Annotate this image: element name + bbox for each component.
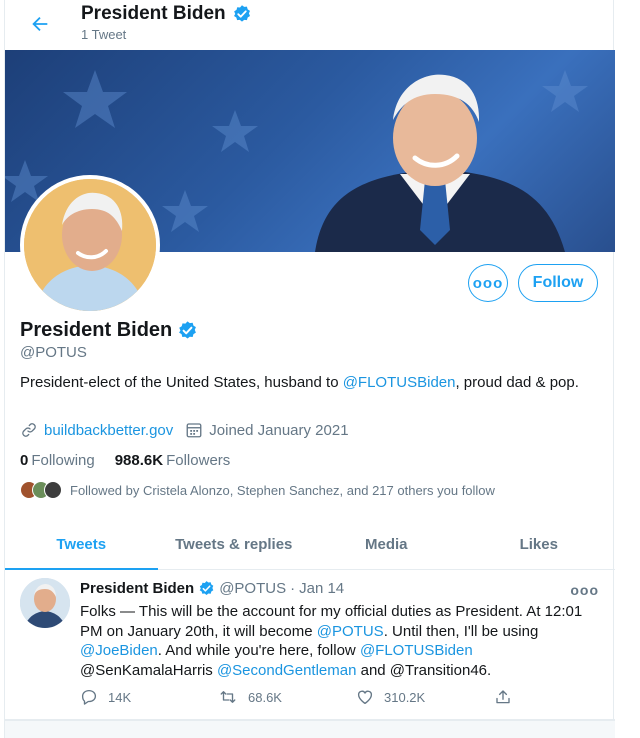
tweet-mention-potus[interactable]: @POTUS [317, 623, 384, 640]
link-icon [22, 423, 36, 437]
profile-avatar[interactable] [20, 175, 160, 315]
website-link[interactable]: buildbackbetter.gov [44, 422, 173, 439]
calendar-icon [186, 423, 202, 438]
tweet-text: Folks — This will be the account for my … [80, 602, 600, 680]
tweet-mention-secondgentleman[interactable]: @SecondGentleman [217, 662, 356, 679]
tweet-more-button[interactable]: ooo [570, 582, 599, 598]
profile-name: President Biden [20, 319, 173, 341]
verified-badge-icon [199, 581, 214, 595]
tweet-header: President Biden @POTUS · Jan 14 [80, 580, 344, 597]
profile-page: President Biden 1 Tweet ooo Follow Presi… [4, 0, 615, 738]
following-count: 0 [20, 452, 29, 469]
website-item: buildbackbetter.gov [20, 421, 173, 439]
tweet-mention-joebiden[interactable]: @JoeBiden [80, 642, 158, 659]
tweet-author-handle: @POTUS [219, 580, 287, 597]
followed-by-text: Followed by Cristela Alonzo, Stephen San… [70, 482, 495, 498]
heart-icon [357, 690, 373, 705]
retweet-icon [220, 691, 236, 703]
retweet-button[interactable]: 68.6K [218, 688, 356, 706]
followers-count: 988.6K [114, 452, 164, 469]
tweet-mention-flotusbiden[interactable]: @FLOTUSBiden [360, 642, 473, 659]
share-button[interactable] [494, 688, 512, 706]
profile-handle: @POTUS [20, 344, 87, 361]
tab-media[interactable]: Media [310, 520, 463, 569]
followers-stat[interactable]: 988.6K Followers [115, 452, 231, 469]
share-icon [496, 690, 510, 704]
tweet-item[interactable]: President Biden @POTUS · Jan 14 ooo Folk… [5, 570, 615, 720]
profile-tabs: Tweets Tweets & replies Media Likes [5, 520, 615, 570]
follow-button[interactable]: Follow [518, 264, 598, 302]
header-name: President Biden [81, 3, 226, 24]
tweet-separator: · [290, 580, 296, 597]
retweet-count: 68.6K [248, 689, 282, 705]
tweet-avatar-image [20, 578, 70, 628]
profile-bio: President-elect of the United States, hu… [20, 373, 590, 393]
followed-by[interactable]: Followed by Cristela Alonzo, Stephen San… [20, 481, 495, 499]
tweet-author-name[interactable]: President Biden [80, 580, 194, 597]
back-button[interactable] [25, 9, 55, 39]
next-tweet-edge [5, 720, 615, 738]
joined-item: Joined January 2021 [185, 421, 349, 439]
tweet-text-part: . Until then, I'll be using [383, 622, 539, 640]
following-label: Following [31, 452, 95, 469]
header-tweet-count: 1 Tweet [81, 27, 127, 42]
verified-badge-icon [233, 5, 250, 22]
tweet-actions: 14K 68.6K 310.2K [80, 688, 520, 706]
like-button[interactable]: 310.2K [356, 688, 494, 706]
avatar-image [24, 179, 156, 311]
tweet-text-part: @SenKamalaHarris [80, 661, 217, 679]
tab-likes[interactable]: Likes [463, 520, 616, 569]
joined-date: Joined January 2021 [209, 421, 349, 439]
tweet-avatar[interactable] [20, 578, 70, 628]
reply-icon [81, 689, 97, 705]
verified-badge-icon [179, 321, 197, 339]
tab-tweets-replies[interactable]: Tweets & replies [158, 520, 311, 569]
followed-by-avatars [20, 481, 62, 499]
follow-stats: 0 Following 988.6K Followers [20, 452, 230, 469]
profile-name-row: President Biden [20, 319, 198, 342]
reply-button[interactable]: 14K [80, 688, 218, 706]
top-header: President Biden 1 Tweet [5, 0, 615, 50]
back-arrow-icon [32, 16, 48, 32]
followers-label: Followers [166, 452, 231, 469]
following-stat[interactable]: 0 Following [20, 452, 95, 469]
header-title: President Biden [81, 3, 252, 25]
like-count: 310.2K [384, 689, 426, 705]
bio-text: President-elect of the United States, hu… [20, 374, 343, 391]
mini-avatar [44, 481, 62, 499]
tweet-text-part: . And while you're here, follow [157, 642, 360, 659]
tweet-text-part: and @Transition46. [356, 661, 492, 679]
bio-text-end: , proud dad & pop. [455, 374, 579, 391]
tab-tweets[interactable]: Tweets [5, 520, 158, 570]
more-options-button[interactable]: ooo [468, 264, 508, 302]
reply-count: 14K [108, 689, 132, 705]
tweet-date[interactable]: Jan 14 [299, 580, 344, 597]
bio-mention-link[interactable]: @FLOTUSBiden [343, 374, 456, 391]
profile-meta: buildbackbetter.gov Joined January 2021 [20, 421, 361, 439]
